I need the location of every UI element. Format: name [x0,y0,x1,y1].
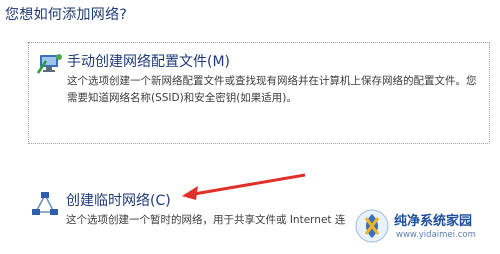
watermark-title: 纯净系统家园 [394,214,473,229]
option-description: 这个选项创建一个新网络配置文件或查找现有网络并在计算机上保存网络的配置文件。您需… [67,75,477,104]
manual-network-profile-option[interactable]: 手动创建网络配置文件(M) 这个选项创建一个新网络配置文件或查找现有网络并在计算… [28,42,490,144]
red-arrow-annotation [182,173,306,200]
site-watermark: 纯净系统家园 www.yidaimei.com [354,202,494,252]
watermark-url: www.yidaimei.com [396,230,476,240]
wireless-network-icon [36,51,63,75]
adhoc-network-icon [32,192,58,216]
option-title: 创建临时网络(C) [66,193,171,209]
option-title: 手动创建网络配置文件(M) [67,54,231,70]
page-heading: 您想如何添加网络? [5,7,128,23]
watermark-logo-icon [354,208,390,248]
